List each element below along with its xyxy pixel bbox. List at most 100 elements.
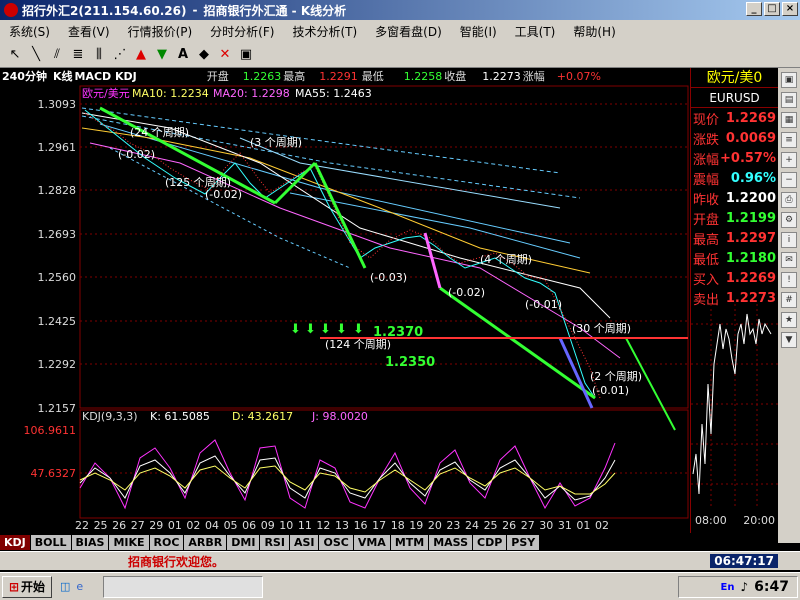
kline-chart[interactable]: 1.3093 1.2961 1.2828 1.2693 1.2560 1.242… bbox=[0, 68, 690, 533]
date-tick: 27 bbox=[131, 519, 145, 532]
menu-multiwindow[interactable]: 多窗看盘(D) bbox=[366, 23, 451, 40]
quote-value: 1.2269 bbox=[725, 110, 776, 126]
cycle-label: (3 个周期) bbox=[250, 136, 302, 149]
price-tick: 1.2292 bbox=[38, 358, 77, 371]
taskbar: ⊞ 开始 ◫ e En ♪ 6:47 bbox=[0, 572, 800, 600]
menu-smart[interactable]: 智能(I) bbox=[451, 23, 506, 40]
trend-lines bbox=[99, 106, 676, 431]
close-button[interactable]: × bbox=[782, 2, 798, 16]
line-icon[interactable]: ╲ bbox=[27, 46, 45, 64]
menu-technical[interactable]: 技术分析(T) bbox=[283, 23, 366, 40]
kdj-lines bbox=[79, 439, 616, 510]
status-bar: 招商银行欢迎您。 06:47:17 bbox=[0, 551, 800, 570]
quote-row: 开盘 1.2199 bbox=[691, 208, 778, 228]
input-method-icon[interactable]: En bbox=[721, 582, 735, 593]
star-icon[interactable]: ★ bbox=[781, 312, 797, 328]
tab-cdp[interactable]: CDP bbox=[473, 534, 507, 550]
low-value: 1.2258 bbox=[403, 69, 443, 83]
tab-boll[interactable]: BOLL bbox=[30, 534, 71, 550]
chart-type-label[interactable]: K线 bbox=[53, 68, 73, 84]
zoom-in-icon[interactable]: + bbox=[781, 152, 797, 168]
tab-asi[interactable]: ASI bbox=[289, 534, 319, 550]
minimize-button[interactable]: _ bbox=[746, 2, 762, 16]
tab-mtm[interactable]: MTM bbox=[390, 534, 429, 550]
grid-icon[interactable]: ▦ bbox=[781, 112, 797, 128]
menu-system[interactable]: 系统(S) bbox=[0, 23, 59, 40]
tab-mike[interactable]: MIKE bbox=[109, 534, 149, 550]
date-tick: 26 bbox=[502, 519, 516, 532]
cycle-icon[interactable]: ⫼ bbox=[90, 46, 108, 64]
menu-view[interactable]: 查看(V) bbox=[59, 23, 119, 40]
period-label[interactable]: 240分钟 bbox=[2, 68, 47, 84]
cursor-icon[interactable]: ↖ bbox=[6, 46, 24, 64]
down-arrow-icon[interactable]: ▼ bbox=[153, 46, 171, 64]
quote-label: 最低 bbox=[693, 252, 720, 268]
list-icon[interactable]: ≡ bbox=[781, 132, 797, 148]
maximize-button[interactable]: □ bbox=[764, 2, 780, 16]
menu-quotes[interactable]: 行情报价(P) bbox=[119, 23, 202, 40]
alert-icon[interactable]: ! bbox=[781, 272, 797, 288]
quote-row: 涨幅 +0.57% bbox=[691, 148, 778, 168]
tab-dmi[interactable]: DMI bbox=[227, 534, 260, 550]
symbol-title[interactable]: 欧元/美0 bbox=[691, 68, 778, 88]
zoom-out-icon[interactable]: − bbox=[781, 172, 797, 188]
tab-kdj[interactable]: KDJ bbox=[0, 534, 30, 550]
date-tick: 05 bbox=[224, 519, 238, 532]
eraser-icon[interactable]: ◆ bbox=[195, 46, 213, 64]
tab-arbr[interactable]: ARBR bbox=[184, 534, 227, 550]
delete-icon[interactable]: ✕ bbox=[216, 46, 234, 64]
date-tick: 26 bbox=[112, 519, 126, 532]
chart-canvas[interactable]: 1.3093 1.2961 1.2828 1.2693 1.2560 1.242… bbox=[0, 68, 690, 533]
price-axis: 1.3093 1.2961 1.2828 1.2693 1.2560 1.242… bbox=[38, 98, 77, 415]
date-tick: 24 bbox=[465, 519, 479, 532]
lock-icon[interactable]: ▣ bbox=[237, 46, 255, 64]
menu-help[interactable]: 帮助(H) bbox=[564, 23, 624, 40]
start-button[interactable]: ⊞ 开始 bbox=[2, 575, 52, 598]
kdj-tick: 47.6327 bbox=[31, 467, 77, 480]
gann-icon[interactable]: ⋰ bbox=[111, 46, 129, 64]
value-label: (-0.02) bbox=[205, 188, 242, 201]
quote-row: 昨收 1.2200 bbox=[691, 188, 778, 208]
quote-panel: 欧元/美0 EURUSD 现价 1.2269 涨跌 0.0069 涨幅 +0.57% 震幅 0… bbox=[690, 68, 779, 533]
arrow-down-icon: ⬇ bbox=[336, 322, 347, 337]
parallel-icon[interactable]: ⫽ bbox=[48, 46, 66, 64]
status-message: 招商银行欢迎您。 bbox=[128, 554, 225, 569]
calc-icon[interactable]: # bbox=[781, 292, 797, 308]
tab-rsi[interactable]: RSI bbox=[260, 534, 289, 550]
tab-psy[interactable]: PSY bbox=[507, 534, 540, 550]
menu-intraday[interactable]: 分时分析(F) bbox=[201, 23, 283, 40]
task-button[interactable] bbox=[103, 575, 264, 598]
intraday-mini-chart[interactable] bbox=[691, 304, 779, 509]
info-icon[interactable]: i bbox=[781, 232, 797, 248]
mini-time-start: 08:00 bbox=[695, 514, 727, 527]
tab-roc[interactable]: ROC bbox=[149, 534, 184, 550]
up-arrow-icon[interactable]: ▲ bbox=[132, 46, 150, 64]
news-icon[interactable]: ✉ bbox=[781, 252, 797, 268]
tab-osc[interactable]: OSC bbox=[319, 534, 353, 550]
text-icon[interactable]: A bbox=[174, 46, 192, 64]
scroll-down-icon[interactable]: ▼ bbox=[781, 332, 797, 348]
quote-label: 涨跌 bbox=[693, 132, 720, 148]
volume-icon[interactable]: ♪ bbox=[741, 580, 749, 594]
close-label: 收盘 bbox=[444, 70, 467, 83]
kdj-k: K: 61.5085 bbox=[150, 410, 210, 423]
price-tick: 1.2560 bbox=[38, 271, 77, 284]
desktop-icon[interactable]: ◫ bbox=[60, 580, 70, 593]
tab-vma[interactable]: VMA bbox=[353, 534, 390, 550]
menu-tools[interactable]: 工具(T) bbox=[506, 23, 565, 40]
tab-bias[interactable]: BIAS bbox=[71, 534, 109, 550]
ie-icon[interactable]: e bbox=[76, 580, 83, 593]
cycle-label: (30 个周期) bbox=[572, 322, 631, 335]
title-bar: 招行外汇2(211.154.60.26) - 招商银行外汇通 - K线分析 _ … bbox=[0, 0, 800, 20]
print-icon[interactable]: ⎙ bbox=[781, 192, 797, 208]
indicator-label[interactable]: MACD KDJ bbox=[75, 70, 137, 83]
settings-icon[interactable]: ⚙ bbox=[781, 212, 797, 228]
tray-clock[interactable]: 6:47 bbox=[754, 579, 789, 595]
tab-mass[interactable]: MASS bbox=[429, 534, 473, 550]
cycle-label: (24 个周期) bbox=[130, 126, 189, 139]
date-tick: 30 bbox=[539, 519, 553, 532]
fibonacci-icon[interactable]: ≣ bbox=[69, 46, 87, 64]
window-switch-icon[interactable]: ▣ bbox=[781, 72, 797, 88]
annotations: (124 个周期) (125 个周期) (24 个周期) (3 个周期) (30… bbox=[118, 126, 642, 397]
chart-icon[interactable]: ▤ bbox=[781, 92, 797, 108]
